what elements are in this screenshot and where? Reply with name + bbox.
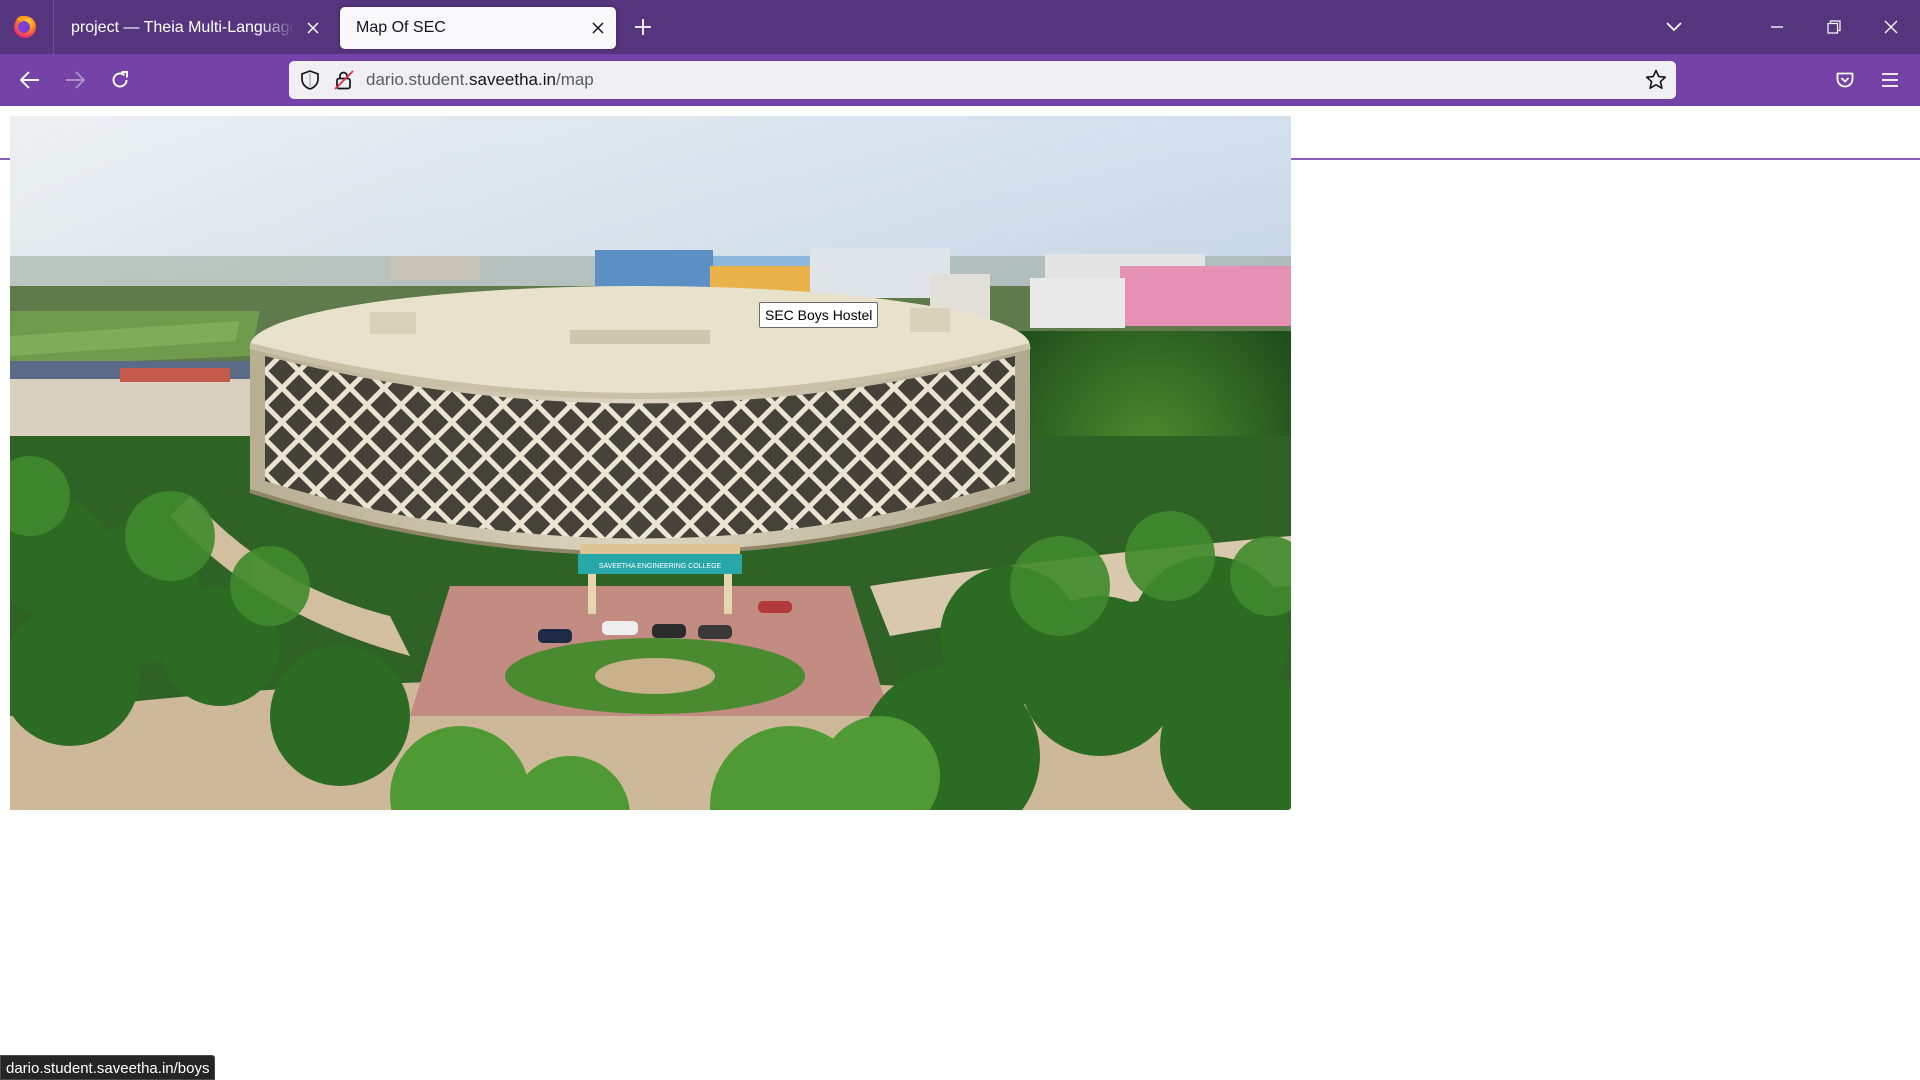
close-icon[interactable]	[580, 10, 616, 46]
tab-separator	[53, 0, 54, 54]
pocket-icon[interactable]	[1830, 65, 1860, 95]
firefox-logo-icon[interactable]	[10, 11, 40, 41]
chevron-down-icon[interactable]	[1659, 12, 1689, 42]
minimize-icon[interactable]	[1762, 12, 1792, 42]
url-text[interactable]: dario.student.saveetha.in/map	[366, 70, 594, 90]
reload-icon[interactable]	[105, 65, 135, 95]
map-area-tooltip: SEC Boys Hostel	[759, 302, 879, 328]
tab-strip: project — Theia Multi-Language Example M…	[0, 0, 1920, 54]
shield-icon[interactable]	[299, 69, 321, 91]
url-path: /map	[555, 70, 594, 89]
tab-title: project — Theia Multi-Language Example	[71, 19, 295, 36]
navigation-bar: dario.student.saveetha.in/map	[0, 54, 1920, 160]
hamburger-icon[interactable]	[1875, 65, 1905, 95]
campus-aerial-image[interactable]: SAVEETHA ENGINEERING COLLEGE	[10, 116, 1291, 810]
close-icon[interactable]	[1876, 12, 1906, 42]
link-status-bar: dario.student.saveetha.in/boys	[0, 1055, 216, 1080]
url-domain: saveetha.in	[469, 70, 556, 89]
building-sign: SAVEETHA ENGINEERING COLLEGE	[599, 563, 722, 570]
tab-map-of-sec[interactable]: Map Of SEC	[340, 7, 616, 49]
close-icon[interactable]	[295, 10, 331, 46]
lock-icon[interactable]	[333, 69, 355, 91]
restore-icon[interactable]	[1819, 12, 1849, 42]
arrow-left-icon[interactable]	[15, 65, 45, 95]
url-bar[interactable]: dario.student.saveetha.in/map	[289, 61, 1676, 99]
star-icon[interactable]	[1644, 68, 1668, 92]
arrow-right-icon[interactable]	[60, 65, 90, 95]
url-prefix: dario.student.	[366, 70, 470, 89]
tab-project[interactable]: project — Theia Multi-Language Example	[55, 7, 331, 49]
tab-title: Map Of SEC	[356, 19, 446, 36]
plus-icon[interactable]	[628, 12, 658, 42]
